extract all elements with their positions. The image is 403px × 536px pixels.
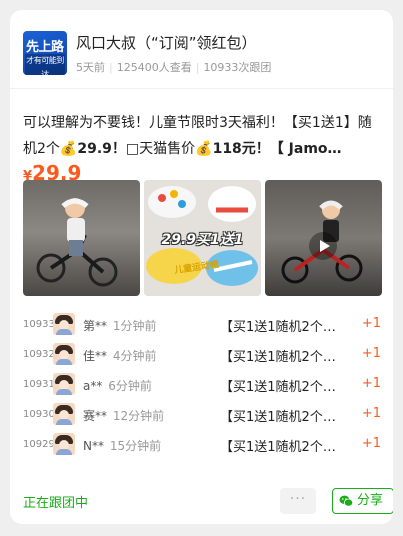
group-avatar[interactable]: 先上路 才有可能到达	[23, 31, 67, 75]
play-icon[interactable]	[309, 232, 337, 260]
order-time: 12分钟前	[112, 409, 165, 423]
group-meta: 5天前 | 125400人查看 | 10933次跟团	[76, 59, 271, 75]
share-label: 分享	[357, 493, 384, 508]
description-tail: 29.9！	[77, 141, 126, 157]
promo-overlay: 29.9买1送1	[161, 232, 244, 248]
user-name: N** 15分钟前	[83, 437, 161, 454]
order-number: 10931	[23, 379, 55, 390]
buyer-name: 第**	[83, 319, 108, 333]
buyer-name: N**	[83, 439, 104, 453]
kid-bike-illustration	[36, 198, 118, 287]
buyer-name: 赛**	[83, 409, 108, 423]
order-row[interactable]: 10930 赛** 12分钟前 【买1送1随机2个… +1	[23, 400, 381, 430]
user-name: a** 6分钟前	[83, 377, 152, 394]
order-time: 4分钟前	[112, 349, 157, 363]
avatar-text-2: 才有可能到达	[25, 54, 65, 75]
user-avatar	[53, 433, 75, 455]
order-row[interactable]: 10932 佳** 4分钟前 【买1送1随机2个… +1	[23, 340, 381, 370]
order-product: 【买1送1随机2个…	[220, 350, 336, 365]
join-count: 10933次跟团	[203, 61, 272, 74]
order-row[interactable]: 10929 N** 15分钟前 【买1送1随机2个… +1	[23, 430, 381, 460]
order-row[interactable]: 10931 a** 6分钟前 【买1送1随机2个… +1	[23, 370, 381, 400]
user-name: 赛** 12分钟前	[83, 407, 164, 424]
product-photo-kid-bike[interactable]	[23, 180, 140, 296]
order-time: 15分钟前	[109, 439, 162, 453]
meta-separator: |	[195, 61, 200, 74]
order-product: 【买1送1随机2个…	[220, 410, 336, 425]
share-button[interactable]: 分享	[332, 488, 393, 514]
order-number: 10930	[23, 409, 55, 420]
wechat-icon	[339, 495, 353, 507]
group-card: 先上路 才有可能到达 风口大叔（“订阅”领红包） 5天前 | 125400人查看 | 1…	[10, 10, 393, 524]
posted-time: 5天前	[76, 61, 105, 74]
divider	[10, 88, 393, 89]
more-button[interactable]: ···	[280, 488, 316, 514]
description-end: 118元！【 Jamo…	[212, 141, 342, 157]
product-video-kid-bike[interactable]	[265, 180, 382, 296]
group-title[interactable]: 风口大叔（“订阅”领红包）	[76, 32, 257, 53]
user-name: 佳** 4分钟前	[83, 347, 156, 364]
order-quantity: +1	[361, 316, 381, 331]
order-quantity: +1	[361, 376, 381, 391]
product-photo-hats[interactable]: 29.9买1送1 儿童运动帽	[144, 180, 261, 296]
order-quantity: +1	[361, 436, 381, 451]
order-time: 1分钟前	[112, 319, 157, 333]
meta-separator: |	[109, 61, 113, 74]
user-name: 第** 1分钟前	[83, 317, 156, 334]
user-avatar	[53, 403, 75, 425]
order-product: 【买1送1随机2个…	[220, 320, 336, 335]
order-number: 10933	[23, 319, 55, 330]
order-product: 【买1送1随机2个…	[220, 440, 336, 455]
money-bag-icon: 💰	[59, 141, 78, 157]
group-header[interactable]: 先上路 才有可能到达 风口大叔（“订阅”领红包） 5天前 | 125400人查看 | 1…	[23, 31, 381, 79]
product-description[interactable]: 可以理解为不要钱！儿童节限时3天福利！【买1送1】随机2个💰29.9！□天猫售价…	[23, 110, 383, 162]
order-quantity: +1	[361, 346, 381, 361]
description-mid: 天猫售价	[139, 141, 196, 157]
buyer-name: 佳**	[83, 349, 108, 363]
order-list: 10933 第** 1分钟前 【买1送1随机2个… +1 10932 佳** 4…	[23, 310, 381, 460]
money-bag-icon: 💰	[195, 141, 213, 157]
user-avatar	[53, 313, 75, 335]
group-status: 正在跟团中	[23, 496, 89, 511]
order-row[interactable]: 10933 第** 1分钟前 【买1送1随机2个… +1	[23, 310, 381, 340]
order-number: 10929	[23, 439, 55, 450]
order-product: 【买1送1随机2个…	[220, 380, 336, 395]
user-avatar	[53, 373, 75, 395]
avatar-text-1: 先上路	[26, 40, 64, 55]
order-number: 10932	[23, 349, 55, 360]
box-icon: □	[125, 141, 140, 157]
order-quantity: +1	[361, 406, 381, 421]
view-count: 125400人查看	[116, 61, 192, 74]
order-time: 6分钟前	[108, 379, 152, 393]
user-avatar	[53, 343, 75, 365]
buyer-name: a**	[83, 379, 103, 393]
